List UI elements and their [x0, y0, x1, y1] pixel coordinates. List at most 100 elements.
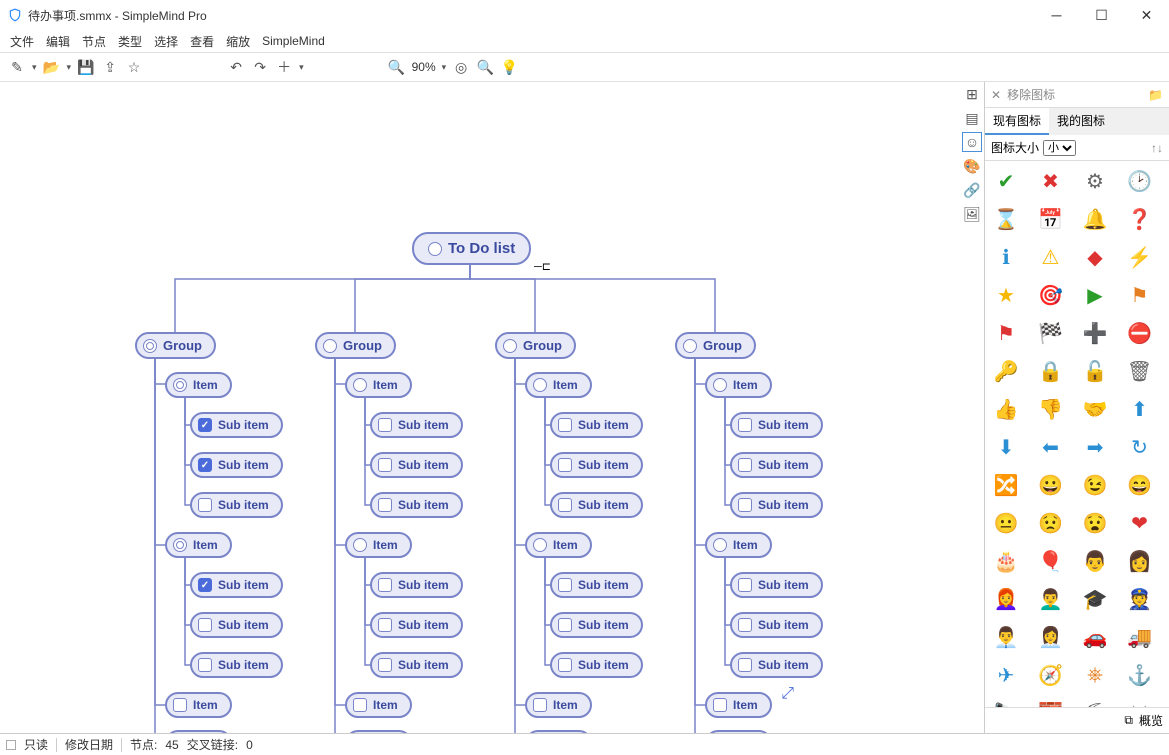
- icon-item[interactable]: ⚙: [1080, 167, 1110, 195]
- icon-item[interactable]: ★: [991, 281, 1021, 309]
- image-icon[interactable]: 🖼: [962, 204, 982, 224]
- sort-icon[interactable]: ↑↓: [1151, 141, 1163, 155]
- item-node[interactable]: Item: [345, 372, 412, 398]
- checkbox-icon[interactable]: [198, 618, 212, 632]
- sub-node[interactable]: Sub item: [550, 412, 643, 438]
- icon-item[interactable]: ⚓: [1125, 661, 1155, 689]
- item-node[interactable]: Item: [525, 692, 592, 718]
- icon-item[interactable]: ◆: [1080, 243, 1110, 271]
- checkbox-icon[interactable]: [378, 498, 392, 512]
- maximize-button[interactable]: ☐: [1079, 0, 1124, 30]
- mindmap-canvas[interactable]: To Do list ─⊏ Group Item ✓Sub item ✓Sub …: [0, 82, 984, 733]
- icon-item[interactable]: 📅: [1036, 205, 1066, 233]
- add-icon[interactable]: ＋: [275, 58, 293, 76]
- menu-view[interactable]: 查看: [190, 33, 214, 50]
- sub-node[interactable]: ✓Sub item: [190, 412, 283, 438]
- item-node[interactable]: Item: [345, 532, 412, 558]
- menu-edit[interactable]: 编辑: [46, 33, 70, 50]
- icon-item[interactable]: 👩‍💼: [1036, 623, 1066, 651]
- idea-icon[interactable]: 💡: [500, 58, 518, 76]
- icon-item[interactable]: 🤝: [1080, 395, 1110, 423]
- menu-select[interactable]: 选择: [154, 33, 178, 50]
- checkbox-icon[interactable]: [558, 498, 572, 512]
- remove-icon-label[interactable]: 移除图标: [1007, 86, 1055, 103]
- icon-item[interactable]: ❤: [1125, 509, 1155, 537]
- icon-item[interactable]: 🏁: [1036, 319, 1066, 347]
- readonly-checkbox[interactable]: [6, 740, 16, 750]
- checkbox-icon[interactable]: [378, 618, 392, 632]
- item-node[interactable]: Item: [705, 730, 772, 733]
- resize-icon[interactable]: ⤢: [781, 685, 794, 703]
- checkbox-icon[interactable]: [558, 658, 572, 672]
- icon-item[interactable]: 🎈: [1036, 547, 1066, 575]
- item-node[interactable]: Item: [705, 372, 772, 398]
- icon-item[interactable]: 😧: [1080, 509, 1110, 537]
- minimize-button[interactable]: ─: [1034, 0, 1079, 30]
- favorite-icon[interactable]: ☆: [125, 58, 143, 76]
- redo-icon[interactable]: ↷: [251, 58, 269, 76]
- icon-item[interactable]: 🔭: [991, 699, 1021, 707]
- checkbox-icon[interactable]: [738, 618, 752, 632]
- icon-item[interactable]: 😟: [1036, 509, 1066, 537]
- checkbox-icon[interactable]: [738, 498, 752, 512]
- icon-item[interactable]: ⚡: [1125, 243, 1155, 271]
- menu-simplemind[interactable]: SimpleMind: [262, 34, 325, 48]
- checkbox-icon[interactable]: ✓: [198, 418, 212, 432]
- sub-node[interactable]: Sub item: [550, 612, 643, 638]
- icon-item[interactable]: 🚗: [1080, 623, 1110, 651]
- group-node[interactable]: Group: [135, 332, 216, 359]
- icon-item[interactable]: ⎈: [1080, 661, 1110, 689]
- sub-node[interactable]: Sub item: [730, 612, 823, 638]
- palette-icon[interactable]: 🎨: [962, 156, 982, 176]
- overview-label[interactable]: 概览: [1139, 712, 1163, 729]
- checkbox-icon[interactable]: [558, 618, 572, 632]
- icon-item[interactable]: 🔔: [1080, 205, 1110, 233]
- icon-item[interactable]: 🔓: [1080, 357, 1110, 385]
- icon-item[interactable]: ⚔: [1125, 699, 1155, 707]
- emoji-icon[interactable]: ☺: [962, 132, 982, 152]
- icon-item[interactable]: ▶: [1080, 281, 1110, 309]
- icon-item[interactable]: 👩: [1125, 547, 1155, 575]
- icon-item[interactable]: ℹ: [991, 243, 1021, 271]
- sub-node[interactable]: ✓Sub item: [190, 452, 283, 478]
- icon-item[interactable]: 👨: [1080, 547, 1110, 575]
- icon-item[interactable]: 👮: [1125, 585, 1155, 613]
- checkbox-icon[interactable]: [173, 698, 187, 712]
- icon-item[interactable]: 🕑: [1125, 167, 1155, 195]
- icon-item[interactable]: ⌛: [991, 205, 1021, 233]
- root-node[interactable]: To Do list: [412, 232, 531, 265]
- icon-item[interactable]: ⛏: [1080, 699, 1110, 707]
- sub-node[interactable]: Sub item: [190, 492, 283, 518]
- icon-item[interactable]: 👩‍🦰: [991, 585, 1021, 613]
- checkbox-icon[interactable]: [198, 658, 212, 672]
- checkbox-icon[interactable]: ✓: [198, 458, 212, 472]
- checkbox-icon[interactable]: [378, 458, 392, 472]
- icon-item[interactable]: 👨‍💼: [991, 623, 1021, 651]
- group-node[interactable]: Group: [675, 332, 756, 359]
- icon-item[interactable]: 🔀: [991, 471, 1021, 499]
- icon-item[interactable]: 🚚: [1125, 623, 1155, 651]
- checkbox-icon[interactable]: [738, 578, 752, 592]
- menu-type[interactable]: 类型: [118, 33, 142, 50]
- tab-my-icons[interactable]: 我的图标: [1049, 108, 1113, 135]
- checkbox-icon[interactable]: [558, 418, 572, 432]
- group-node[interactable]: Group: [495, 332, 576, 359]
- sub-node[interactable]: Sub item: [550, 572, 643, 598]
- icon-item[interactable]: ⬅: [1036, 433, 1066, 461]
- icon-size-select[interactable]: 小: [1043, 140, 1076, 156]
- item-node[interactable]: Item: [165, 730, 232, 733]
- icon-item[interactable]: 🔒: [1036, 357, 1066, 385]
- undo-icon[interactable]: ↶: [227, 58, 245, 76]
- checkbox-icon[interactable]: [558, 578, 572, 592]
- icon-item[interactable]: ⚠: [1036, 243, 1066, 271]
- checkbox-icon[interactable]: [738, 458, 752, 472]
- icon-item[interactable]: 🧱: [1036, 699, 1066, 707]
- checkbox-icon[interactable]: [198, 498, 212, 512]
- zoom-icon[interactable]: 🔍: [388, 58, 406, 76]
- close-icon[interactable]: ✕: [991, 88, 1001, 102]
- icon-item[interactable]: ⬇: [991, 433, 1021, 461]
- sub-node[interactable]: Sub item: [370, 612, 463, 638]
- item-node[interactable]: Item: [345, 692, 412, 718]
- icon-item[interactable]: 🎓: [1080, 585, 1110, 613]
- sub-node[interactable]: ✓Sub item: [190, 572, 283, 598]
